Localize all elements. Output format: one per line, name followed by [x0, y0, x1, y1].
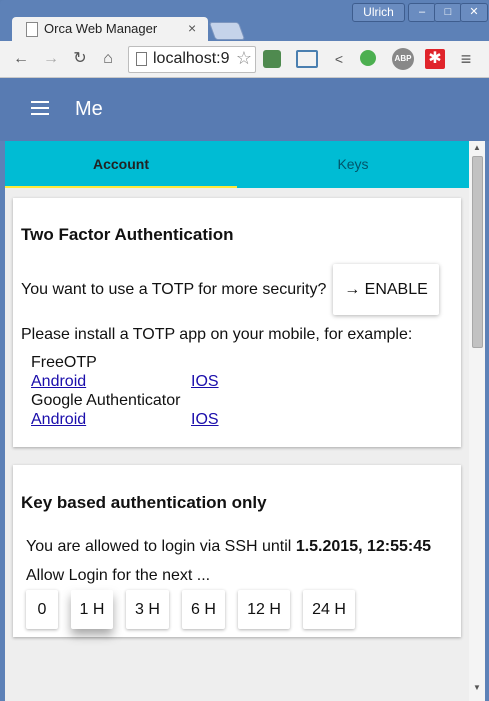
scroll-up-arrow-icon[interactable]: ▲: [473, 143, 481, 152]
page-content: Two Factor Authentication You want to us…: [5, 188, 469, 701]
tab-keys[interactable]: Keys: [237, 141, 469, 188]
page-icon: [26, 22, 38, 37]
lastpass-icon[interactable]: ✱: [425, 49, 445, 69]
login-allowed-text: You are allowed to login via SSH until 1…: [26, 538, 431, 556]
app-bar: Me: [0, 78, 489, 141]
folder-icon[interactable]: [296, 50, 318, 68]
minimize-icon[interactable]: –: [408, 3, 436, 22]
url-text[interactable]: localhost:9: [153, 50, 230, 68]
google-authenticator-ios-link[interactable]: IOS: [191, 411, 219, 429]
bookmark-star-icon[interactable]: ☆: [236, 48, 252, 69]
tab-bar: Account Keys: [5, 141, 469, 188]
duration-3h-button[interactable]: 3 H: [126, 590, 169, 629]
enable-totp-button[interactable]: → ENABLE: [333, 264, 439, 315]
scroll-down-arrow-icon[interactable]: ▼: [473, 683, 481, 692]
close-window-icon[interactable]: ✕: [460, 3, 488, 22]
allow-login-label: Allow Login for the next ...: [26, 567, 211, 584]
hamburger-menu-icon[interactable]: [31, 101, 49, 117]
address-bar[interactable]: localhost:9 ☆: [128, 46, 256, 73]
extension-icon[interactable]: [263, 50, 281, 68]
two-factor-heading: Two Factor Authentication: [21, 225, 234, 244]
browser-toolbar: ← → ↻ ⌂ localhost:9 ☆ < ABP ✱ ≡: [0, 41, 489, 78]
duration-0-button[interactable]: 0: [26, 590, 58, 629]
app-name-google-authenticator: Google Authenticator: [31, 392, 181, 409]
adblock-icon[interactable]: ABP: [392, 48, 414, 70]
freeotp-ios-link[interactable]: IOS: [191, 373, 219, 391]
key-auth-card: Key based authentication only You are al…: [13, 465, 461, 637]
google-authenticator-android-link[interactable]: Android: [31, 411, 86, 429]
maximize-icon[interactable]: □: [434, 3, 462, 22]
forward-icon[interactable]: →: [41, 50, 61, 68]
duration-12h-button[interactable]: 12 H: [238, 590, 290, 629]
page-scrollbar[interactable]: ▲ ▼: [469, 141, 485, 701]
two-factor-card: Two Factor Authentication You want to us…: [13, 198, 461, 447]
login-allowed-until: 1.5.2015, 12:55:45: [295, 538, 432, 555]
scroll-thumb[interactable]: [472, 156, 483, 348]
chrome-menu-icon[interactable]: ≡: [456, 50, 476, 68]
freeotp-android-link[interactable]: Android: [31, 373, 86, 391]
app-name-freeotp: FreeOTP: [31, 354, 97, 371]
home-icon[interactable]: ⌂: [98, 50, 118, 68]
tab-close-icon[interactable]: ×: [188, 20, 196, 36]
back-icon[interactable]: ←: [11, 50, 31, 68]
browser-tab[interactable]: Orca Web Manager ×: [12, 17, 208, 41]
duration-6h-button[interactable]: 6 H: [182, 590, 225, 629]
totp-question: You want to use a TOTP for more security…: [21, 281, 327, 298]
key-auth-heading: Key based authentication only: [21, 493, 267, 512]
duration-24h-button[interactable]: 24 H: [303, 590, 355, 629]
login-allowed-label: You are allowed to login via SSH until: [26, 538, 292, 555]
page-icon: [136, 52, 147, 66]
tab-account[interactable]: Account: [5, 141, 237, 188]
new-tab-button[interactable]: [208, 22, 246, 40]
page-title: Me: [75, 98, 103, 120]
tab-title: Orca Web Manager: [44, 21, 158, 36]
share-icon[interactable]: <: [329, 50, 349, 68]
install-instructions: Please install a TOTP app on your mobile…: [21, 326, 413, 343]
reload-icon[interactable]: ↻: [70, 50, 90, 68]
evernote-icon[interactable]: [360, 50, 376, 66]
duration-1h-button[interactable]: 1 H: [71, 590, 113, 629]
window-user-badge[interactable]: Ulrich: [352, 3, 405, 22]
